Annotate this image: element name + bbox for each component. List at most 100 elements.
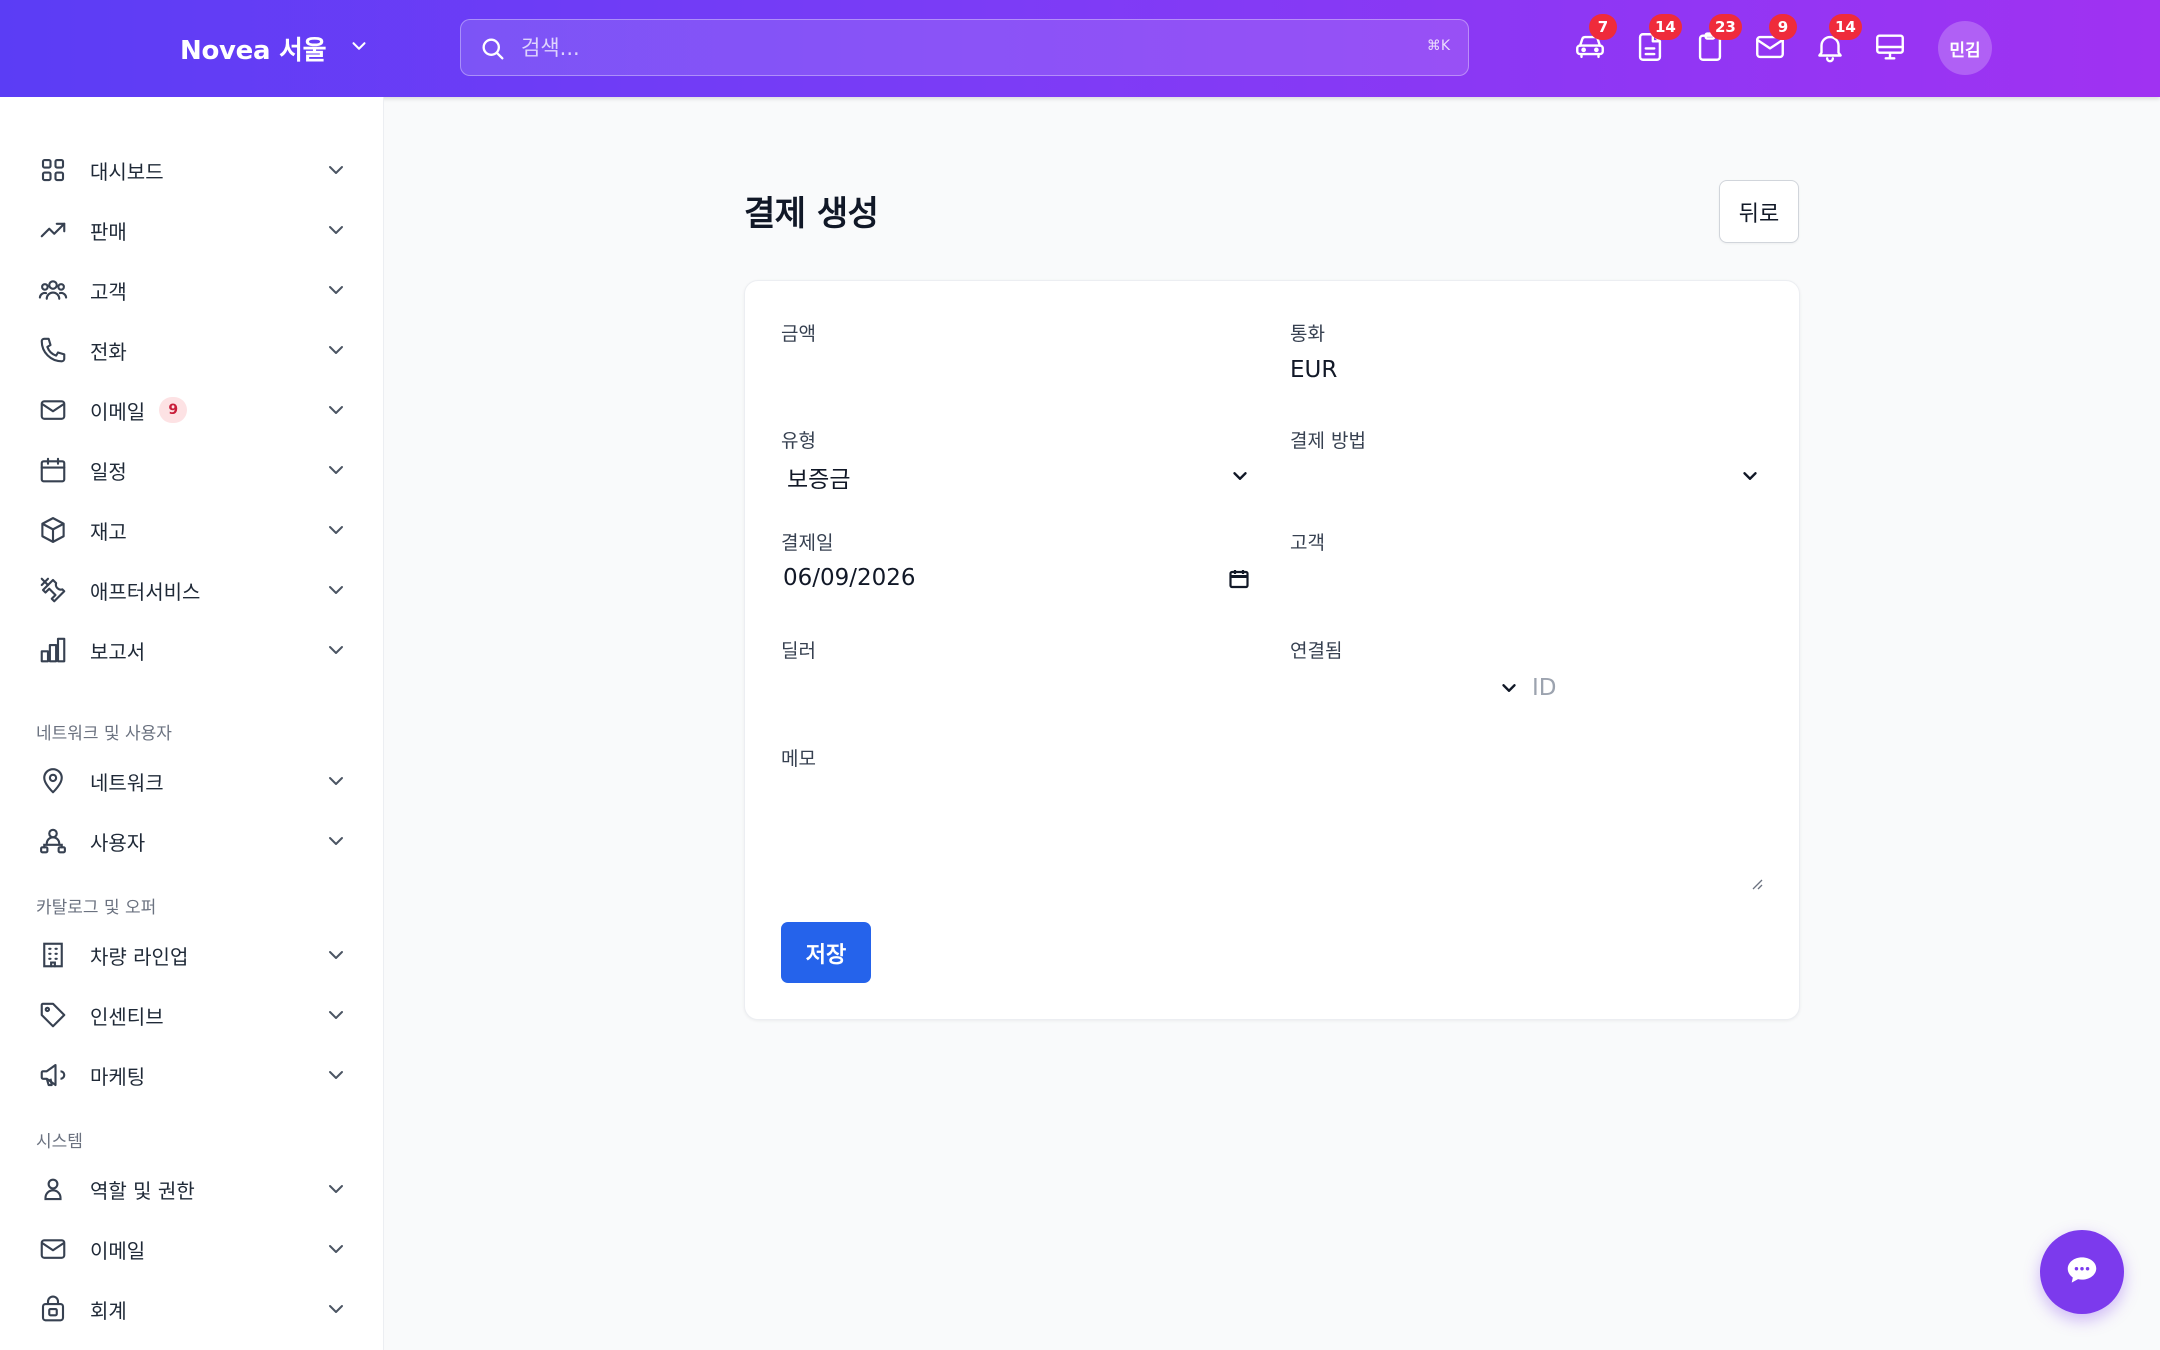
notification-badge: 14 [1649,14,1682,40]
chevron-down-icon [324,1297,348,1321]
sidebar-item-system-email[interactable]: 이메일 [38,1225,348,1273]
chevron-down-icon [324,829,348,853]
chevron-down-icon [324,769,348,793]
payment-form-card: 금액 통화 EUR 유형 보증금 결제 방법 결제일 06/09/2026 고객… [744,280,1800,1020]
trending-up-icon [38,215,68,245]
sidebar-item-label: 대시보드 [90,159,164,184]
resize-handle-icon[interactable] [1749,875,1763,890]
sidebar-item-reports[interactable]: 보고서 [38,626,348,674]
sidebar-item-label: 이메일 [90,1238,146,1263]
document-icon [1633,33,1667,68]
search-input[interactable] [521,20,1381,75]
car-button[interactable]: 7 [1573,14,1617,64]
sidebar-item-accounting[interactable]: 회계 [38,1285,348,1333]
sidebar-item-label: 마케팅 [90,1064,146,1089]
customer-input[interactable] [1290,560,1760,600]
notification-badge: 14 [1829,14,1862,40]
search-bar[interactable]: ⌘K [460,19,1469,76]
sidebar-item-label: 이메일 [90,399,146,424]
section-label-network-users: 네트워크 및 사용자 [36,724,172,744]
type-select[interactable]: 보증금 [787,460,850,494]
grid-icon [38,155,68,185]
chevron-down-icon [324,943,348,967]
linked-type-select[interactable] [1290,666,1490,706]
chevron-down-icon [324,398,348,422]
sidebar-item-label: 보고서 [90,639,146,664]
section-label-system: 시스템 [36,1132,83,1152]
user-icon [38,1174,68,1204]
chevron-down-icon [324,1003,348,1027]
memo-textarea[interactable] [781,771,1765,911]
sidebar-item-vehicle-lineup[interactable]: 차량 라인업 [38,931,348,979]
sidebar-item-label: 회계 [90,1298,127,1323]
sidebar-item-after-service[interactable]: 애프터서비스 [38,566,348,614]
page-title: 결제 생성 [744,194,879,234]
chevron-down-icon [324,1063,348,1087]
sidebar-item-customers[interactable]: 고객 [38,266,348,314]
top-bar: Novea 서울 ⌘K 7 14 23 9 [0,0,2160,97]
method-select[interactable] [1290,456,1730,496]
sidebar-item-calls[interactable]: 전화 [38,326,348,374]
dealer-input[interactable] [781,666,1251,706]
sidebar-item-marketing[interactable]: 마케팅 [38,1051,348,1099]
back-button[interactable]: 뒤로 [1719,180,1799,243]
documents-button[interactable]: 14 [1633,14,1682,64]
sidebar-item-label: 판매 [90,219,127,244]
sidebar-item-email[interactable]: 이메일 9 [38,386,348,434]
sidebar-item-network[interactable]: 네트워크 [38,757,348,805]
linked-id-input[interactable]: ID [1532,675,1557,701]
mail-icon [38,395,68,425]
chevron-down-icon [324,458,348,482]
date-input[interactable]: 06/09/2026 [783,565,916,591]
bar-chart-icon [38,635,68,665]
bag-icon [38,1294,68,1324]
sidebar-item-inventory[interactable]: 재고 [38,506,348,554]
sidebar-item-users[interactable]: 사용자 [38,817,348,865]
tasks-button[interactable]: 23 [1693,14,1742,64]
sidebar-item-dashboard[interactable]: 대시보드 [38,146,348,194]
clipboard-icon [1693,32,1727,68]
search-shortcut: ⌘K [1426,38,1450,54]
brand-name: Novea 서울 [180,35,327,66]
chevron-down-icon[interactable] [1229,465,1251,487]
user-avatar[interactable]: 민김 [1938,21,1992,75]
calendar-icon[interactable] [1227,567,1251,591]
display-button[interactable] [1873,30,1907,64]
notification-badge: 7 [1589,14,1617,40]
car-icon [1573,35,1607,68]
calendar-icon [38,455,68,485]
chevron-down-icon [324,518,348,542]
customer-label: 고객 [1290,532,1325,554]
sidebar-item-incentives[interactable]: 인센티브 [38,991,348,1039]
chevron-down-icon[interactable] [1739,465,1761,487]
sidebar-item-label: 일정 [90,459,127,484]
amount-input[interactable] [781,349,1251,389]
section-label-catalog: 카탈로그 및 오퍼 [36,898,157,918]
save-button[interactable]: 저장 [781,922,871,983]
sidebar-item-schedule[interactable]: 일정 [38,446,348,494]
sidebar-item-sales[interactable]: 판매 [38,206,348,254]
mail-icon [38,1234,68,1264]
user-network-icon [38,826,68,856]
sidebar-item-label: 역할 및 권한 [90,1178,195,1203]
currency-input[interactable]: EUR [1290,357,1337,383]
chevron-down-icon [324,278,348,302]
brand-switcher[interactable]: Novea 서울 [180,28,370,68]
chevron-down-icon [324,338,348,362]
notification-badge: 9 [1769,14,1797,40]
date-label: 결제일 [781,532,834,554]
sidebar-item-label: 인센티브 [90,1004,164,1029]
monitor-icon [1873,34,1907,68]
search-icon [479,35,507,63]
sidebar-item-roles[interactable]: 역할 및 권한 [38,1165,348,1213]
sidebar-item-label: 애프터서비스 [90,579,201,604]
notifications-button[interactable]: 14 [1813,14,1862,64]
sidebar-item-label: 전화 [90,339,127,364]
megaphone-icon [38,1060,68,1090]
mail-button[interactable]: 9 [1753,14,1797,64]
chevron-down-icon [324,218,348,242]
chevron-down-icon[interactable] [1498,677,1520,699]
chat-button[interactable] [2040,1230,2124,1314]
bell-icon [1813,35,1847,68]
chevron-down-icon [324,1177,348,1201]
